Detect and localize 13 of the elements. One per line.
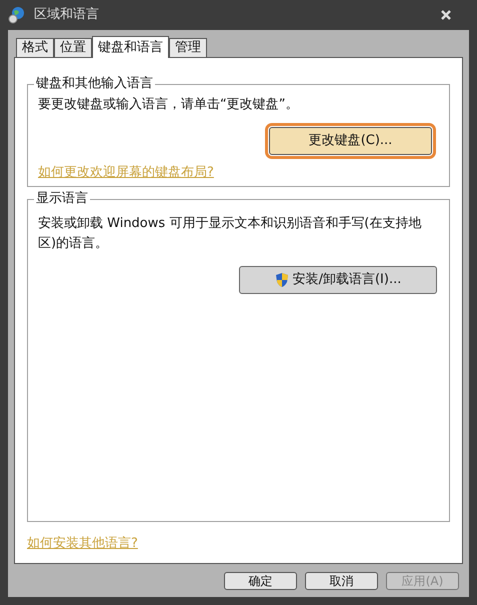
dialog-button[interactable]: 取消 [305,572,378,590]
tab[interactable]: 键盘和语言 [92,36,169,58]
window-title: 区域和语言 [34,6,99,24]
dialog-button[interactable]: 确定 [224,572,297,590]
tab[interactable]: 位置 [54,38,92,57]
shield-icon [274,272,289,288]
description-text: 安装或卸载 Windows 可用于显示文本和识别语音和手写(在支持地区)的语言。 [38,215,422,253]
description-text: 要更改键盘或输入语言，请单击“更改键盘”。 [38,96,300,114]
action-button[interactable]: 安装/卸载语言(I)... [239,266,437,294]
globe-icon [8,6,26,24]
close-button[interactable] [441,10,451,20]
tab[interactable]: 管理 [169,38,207,57]
tab[interactable]: 格式 [16,38,54,57]
